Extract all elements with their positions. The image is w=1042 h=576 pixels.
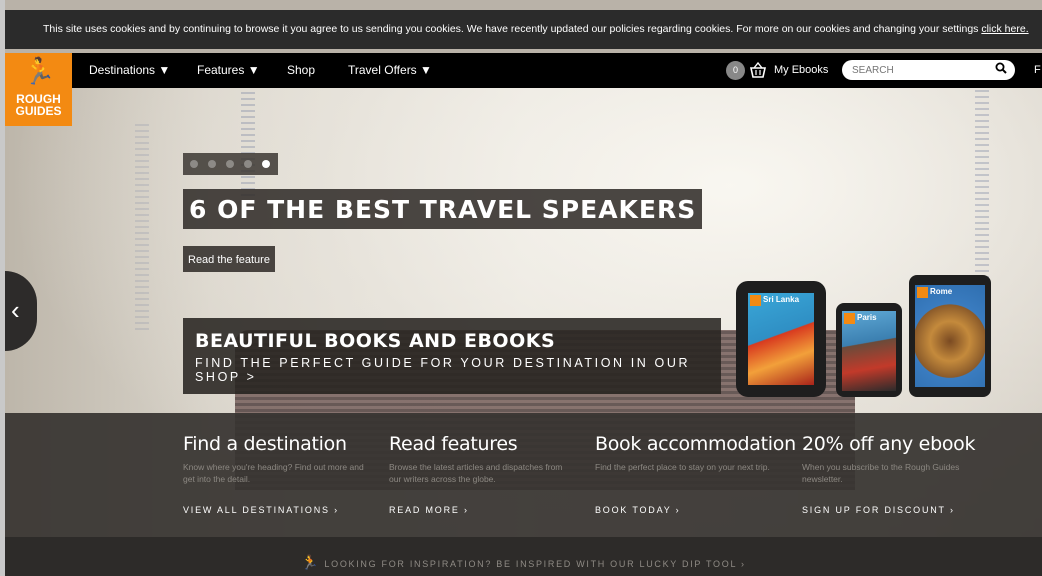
nav-shop[interactable]: Shop [287, 53, 315, 88]
lucky-dip-banner[interactable]: 🏃 LOOKING FOR INSPIRATION? BE INSPIRED WI… [5, 537, 1042, 576]
tablet-device-image: Rome [909, 275, 991, 397]
read-more-link[interactable]: READ MORE › [389, 505, 469, 515]
logo-line-2: GUIDES [15, 104, 62, 118]
search-box [842, 60, 1015, 80]
feature-description: Find the perfect place to stay on your n… [595, 462, 770, 472]
feature-title[interactable]: Book accommodation [595, 433, 796, 455]
promo-subtitle: FIND THE PERFECT GUIDE FOR YOUR DESTINAT… [195, 356, 691, 384]
book-cover-rome: Rome [915, 285, 985, 387]
slider-dot-1[interactable] [190, 160, 198, 168]
slider-dot-5[interactable] [262, 160, 270, 168]
slide-title: 6 OF THE BEST TRAVEL SPEAKERS [183, 189, 703, 229]
background-decoration [135, 120, 149, 330]
book-cover-sri-lanka: Sri Lanka [748, 293, 814, 385]
book-today-link[interactable]: BOOK TODAY › [595, 505, 680, 515]
cover-title: Rome [930, 287, 953, 296]
basket-count-badge: 0 [726, 61, 745, 80]
cookie-text: This site uses cookies and by continuing… [43, 23, 982, 35]
lucky-dip-text: LOOKING FOR INSPIRATION? BE INSPIRED WIT… [324, 559, 746, 569]
feature-title[interactable]: Read features [389, 433, 579, 455]
phone-device-image: Paris [836, 303, 902, 397]
search-input[interactable] [852, 60, 992, 80]
nav-destinations[interactable]: Destinations ▼ [89, 53, 170, 88]
cookie-click-here-link[interactable]: click here. [981, 23, 1028, 35]
runner-icon: 🏃 [301, 554, 321, 570]
page: This site uses cookies and by continuing… [5, 0, 1042, 576]
cookie-bar: This site uses cookies and by continuing… [5, 10, 1042, 49]
feature-read-features: Read features Browse the latest articles… [389, 433, 579, 485]
feature-description: When you subscribe to the Rough Guides n… [802, 462, 960, 484]
feature-description: Browse the latest articles and dispatche… [389, 462, 563, 484]
feature-description: Know where you're heading? Find out more… [183, 462, 364, 484]
cover-title: Paris [857, 313, 877, 322]
feature-find-destination: Find a destination Know where you're hea… [183, 433, 373, 485]
book-cover-paris: Paris [842, 311, 896, 391]
runner-icon: 🏃 [23, 56, 56, 86]
feature-title[interactable]: 20% off any ebook [802, 433, 992, 455]
nav-travel-offers[interactable]: Travel Offers ▼ [348, 53, 432, 88]
slider-dot-3[interactable] [226, 160, 234, 168]
rough-guides-logo[interactable]: 🏃 ROUGH GUIDES [5, 53, 72, 126]
cover-logo [917, 287, 928, 298]
nav-features[interactable]: Features ▼ [197, 53, 260, 88]
slider-dot-4[interactable] [244, 160, 252, 168]
feature-ebook-discount: 20% off any ebook When you subscribe to … [802, 433, 992, 485]
read-the-feature-button[interactable]: Read the feature [183, 246, 275, 272]
search-icon[interactable] [995, 62, 1007, 77]
feature-book-accommodation: Book accommodation Find the perfect plac… [595, 433, 796, 473]
ereader-device-image: Sri Lanka [736, 281, 826, 397]
basket-icon[interactable] [749, 58, 767, 82]
promo-title: BEAUTIFUL BOOKS AND EBOOKS [195, 330, 556, 352]
cover-logo [844, 313, 855, 324]
nav-overflow-item[interactable]: F [1034, 53, 1041, 88]
cover-title: Sri Lanka [763, 295, 800, 304]
logo-text: ROUGH GUIDES [5, 93, 72, 117]
my-ebooks-link[interactable]: My Ebooks [774, 53, 828, 88]
slider-pagination [183, 153, 278, 175]
cover-logo [750, 295, 761, 306]
feature-title[interactable]: Find a destination [183, 433, 373, 455]
view-all-destinations-link[interactable]: VIEW ALL DESTINATIONS › [183, 505, 339, 515]
books-promo-banner[interactable]: BEAUTIFUL BOOKS AND EBOOKS FIND THE PERF… [183, 318, 721, 394]
sign-up-for-discount-link[interactable]: SIGN UP FOR DISCOUNT › [802, 505, 955, 515]
slider-dot-2[interactable] [208, 160, 216, 168]
